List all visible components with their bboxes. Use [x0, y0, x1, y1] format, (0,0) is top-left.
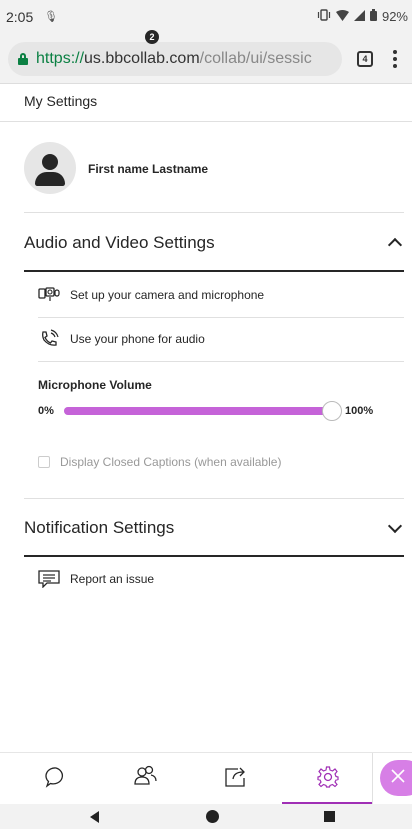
battery-icon — [369, 9, 377, 24]
battery-percent: 92% — [381, 9, 408, 24]
phone-audio-label: Use your phone for audio — [70, 332, 205, 346]
chevron-up-icon[interactable] — [387, 237, 403, 253]
tab-switcher-button[interactable]: 4 — [357, 51, 373, 67]
avatar — [24, 142, 76, 194]
back-icon[interactable] — [90, 811, 99, 823]
divider — [38, 361, 404, 362]
attendees-tab[interactable] — [100, 753, 192, 805]
mic-volume-min: 0% — [38, 405, 54, 417]
divider — [24, 498, 404, 499]
attendees-icon — [133, 765, 159, 794]
audio-video-section-header[interactable]: Audio and Video Settings — [24, 233, 215, 253]
mic-status-icon: 🎙 — [44, 11, 58, 23]
section-underline — [24, 555, 404, 557]
user-name: First name Lastname — [88, 162, 209, 176]
report-icon — [38, 570, 60, 588]
notification-section-header[interactable]: Notification Settings — [24, 518, 174, 538]
share-icon — [224, 766, 248, 793]
status-time: 2:05 — [6, 9, 34, 25]
url-scheme: https:// — [36, 50, 85, 67]
bottom-nav — [0, 752, 412, 805]
page-title: My Settings — [24, 93, 98, 109]
chat-icon — [44, 765, 68, 794]
url-host: us.bbcollab.com — [84, 50, 200, 67]
wifi-icon — [335, 9, 349, 24]
closed-captions-label: Display Closed Captions (when available) — [60, 455, 282, 469]
close-icon — [389, 767, 407, 790]
setup-camera-mic-button[interactable]: Set up your camera and microphone — [38, 284, 264, 306]
status-bar: 2:05 🎙 92% — [0, 0, 412, 34]
browser-menu-button[interactable] — [392, 48, 398, 70]
section-underline — [24, 270, 404, 272]
camera-mic-icon — [38, 286, 60, 304]
mic-volume-slider[interactable] — [64, 401, 342, 421]
closed-captions-checkbox[interactable] — [38, 456, 50, 468]
address-bar[interactable]: https:// us.bbcollab.com /collab/ui/sess… — [8, 42, 342, 76]
mic-volume-fill — [64, 407, 332, 415]
settings-tab[interactable] — [282, 753, 374, 805]
chevron-down-icon[interactable] — [387, 518, 403, 534]
signal-icon — [353, 9, 365, 24]
phone-icon — [38, 329, 60, 348]
divider — [38, 317, 404, 318]
status-icons: 92% — [317, 9, 408, 24]
lock-icon — [18, 53, 28, 65]
closed-captions-option[interactable]: Display Closed Captions (when available) — [38, 455, 281, 469]
mic-volume-thumb[interactable] — [322, 401, 342, 421]
mic-volume-label: Microphone Volume — [38, 378, 152, 392]
report-issue-button[interactable]: Report an issue — [38, 568, 154, 590]
home-icon[interactable] — [206, 810, 219, 823]
divider — [372, 753, 373, 805]
chat-tab[interactable] — [10, 753, 102, 805]
close-panel-button[interactable] — [380, 760, 412, 796]
attendee-count-badge: 2 — [145, 30, 159, 44]
setup-camera-mic-label: Set up your camera and microphone — [70, 288, 265, 302]
share-content-tab[interactable] — [190, 753, 282, 805]
mic-volume-max: 100% — [345, 405, 374, 417]
recent-apps-icon[interactable] — [324, 811, 335, 822]
gear-icon — [316, 765, 340, 794]
browser-toolbar: https:// us.bbcollab.com /collab/ui/sess… — [0, 34, 412, 84]
divider — [0, 121, 412, 122]
system-nav-bar — [0, 804, 412, 829]
url-path: /collab/ui/sessic — [199, 50, 312, 67]
divider — [24, 212, 404, 213]
report-issue-label: Report an issue — [70, 572, 155, 586]
phone-audio-button[interactable]: Use your phone for audio — [38, 328, 205, 350]
vibrate-icon — [317, 9, 331, 24]
